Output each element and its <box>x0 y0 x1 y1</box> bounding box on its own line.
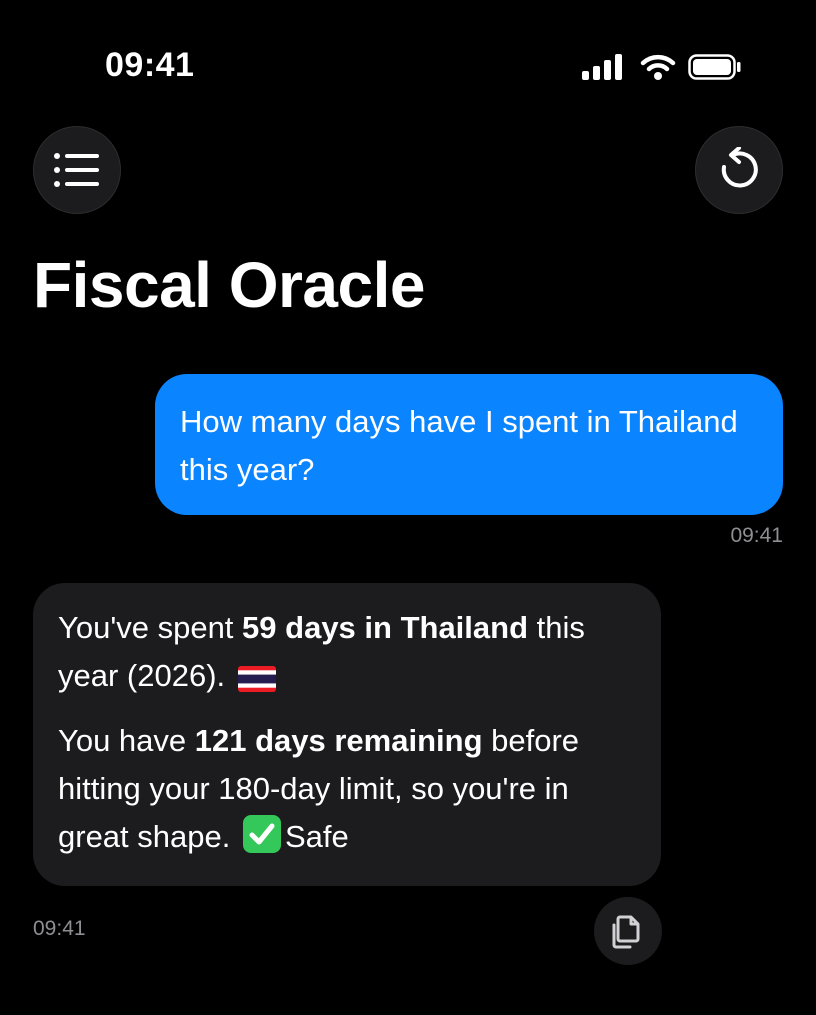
assistant-p2-prefix: You have <box>58 723 195 758</box>
assistant-paragraph-1: You've spent 59 days in Thailand this ye… <box>58 604 637 700</box>
refresh-button[interactable] <box>695 126 783 214</box>
battery-icon <box>688 54 741 80</box>
cellular-signal-icon <box>582 54 622 80</box>
wifi-icon <box>640 54 676 80</box>
undo-refresh-icon <box>721 147 758 188</box>
list-icon <box>54 153 99 187</box>
assistant-p1-prefix: You've spent <box>58 610 243 645</box>
status-icons <box>582 50 742 84</box>
menu-button[interactable] <box>33 126 121 214</box>
assistant-p1-bold: 59 days in Thailand <box>242 610 529 645</box>
assistant-message-bubble[interactable]: You've spent 59 days in Thailand this ye… <box>33 583 661 886</box>
status-time: 09:41 <box>105 46 195 84</box>
assistant-p2-bold: 121 days remaining <box>194 723 483 758</box>
assistant-message-timestamp: 09:41 <box>33 917 86 940</box>
copy-button[interactable] <box>594 897 662 965</box>
check-mark-icon <box>242 815 281 853</box>
user-message-timestamp: 09:41 <box>730 524 783 547</box>
assistant-safe-label: Safe <box>284 819 349 854</box>
page-title: Fiscal Oracle <box>33 249 425 321</box>
user-message-text: How many days have I spent in Thailand t… <box>180 404 738 487</box>
copy-icon <box>612 915 640 949</box>
assistant-paragraph-2: You have 121 days remaining before hitti… <box>58 717 637 861</box>
thailand-flag-icon <box>237 666 276 692</box>
user-message-bubble[interactable]: How many days have I spent in Thailand t… <box>155 374 783 515</box>
